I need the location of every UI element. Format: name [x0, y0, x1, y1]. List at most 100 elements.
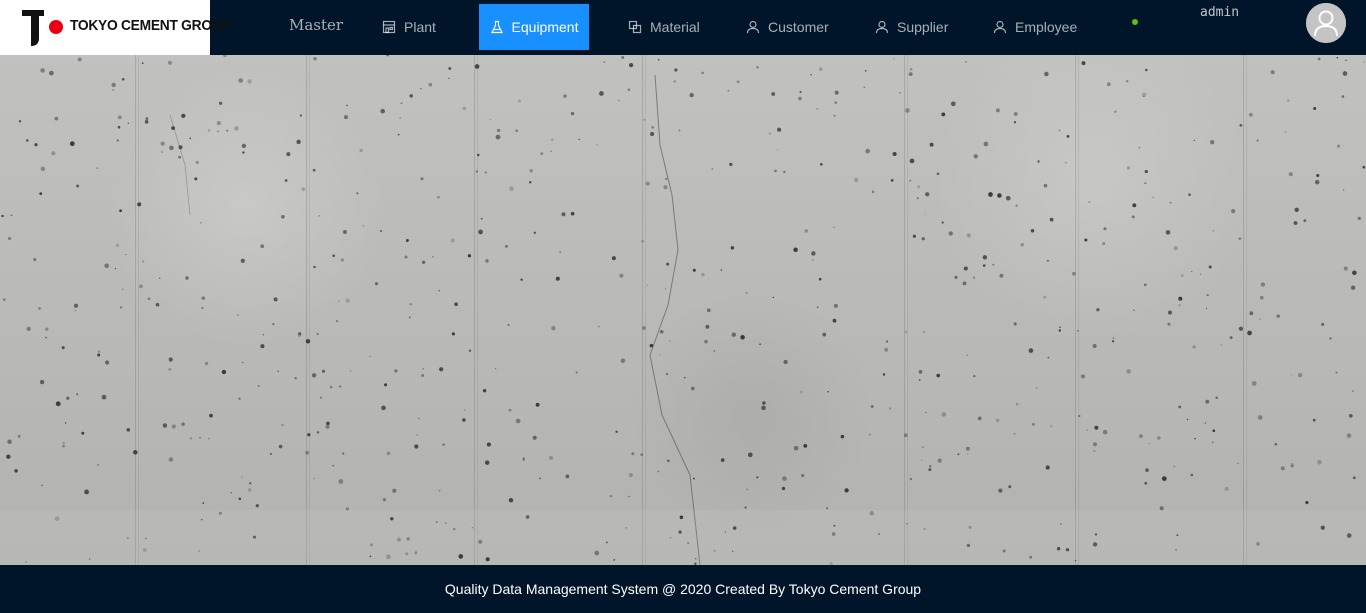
concrete-pore: [1231, 209, 1236, 214]
concrete-pore: [199, 436, 201, 439]
concrete-pore: [1096, 308, 1100, 312]
concrete-pore: [937, 458, 942, 463]
concrete-pore: [941, 112, 946, 117]
concrete-pore: [1, 214, 4, 218]
concrete-pore: [811, 258, 814, 262]
nav-equipment[interactable]: Equipment: [479, 4, 589, 50]
concrete-pore: [983, 141, 989, 147]
concrete-pore: [242, 361, 244, 364]
concrete-pore: [218, 101, 223, 105]
concrete-pore: [1363, 61, 1365, 63]
concrete-pore: [693, 477, 695, 480]
concrete-pore: [1141, 92, 1147, 97]
concrete-pore: [62, 441, 65, 444]
concrete-pore: [494, 367, 497, 370]
concrete-pore: [1032, 423, 1035, 426]
nav-customer[interactable]: Customer: [746, 4, 829, 50]
concrete-pore: [1181, 274, 1184, 277]
concrete-pore: [137, 202, 142, 207]
concrete-pore: [313, 56, 317, 61]
concrete-pore: [1215, 396, 1218, 399]
concrete-pore: [727, 89, 730, 92]
concrete-pore: [924, 213, 927, 215]
concrete-pore: [768, 132, 771, 135]
concrete-pore: [1274, 442, 1278, 446]
concrete-pore: [570, 111, 575, 116]
concrete-pore: [535, 402, 540, 407]
concrete-pore: [909, 179, 912, 182]
concrete-pore: [1161, 476, 1167, 481]
concrete-pore: [312, 168, 316, 172]
concrete-pore: [74, 309, 77, 312]
tokyo-cement-logo-icon: [22, 10, 63, 46]
concrete-pore: [906, 522, 908, 525]
concrete-pore: [390, 517, 394, 521]
concrete-pore: [1126, 80, 1129, 83]
concrete-pore: [475, 170, 479, 173]
company-logo[interactable]: TOKYO CEMENT GROUP: [0, 0, 231, 55]
concrete-pore: [142, 260, 145, 263]
concrete-pore: [882, 373, 886, 376]
concrete-pore: [1251, 381, 1257, 386]
concrete-pore: [1013, 121, 1017, 124]
concrete-pore: [657, 58, 660, 61]
concrete-pore: [6, 454, 11, 459]
concrete-pore: [774, 169, 777, 173]
concrete-pore: [1092, 442, 1098, 447]
concrete-pore: [119, 306, 123, 309]
concrete-pore: [762, 401, 766, 405]
concrete-pore: [687, 542, 690, 544]
concrete-pore: [803, 444, 808, 448]
concrete-pore: [642, 326, 646, 330]
concrete-pore: [104, 263, 110, 269]
concrete-pore: [104, 360, 110, 365]
concrete-pore: [399, 117, 402, 119]
concrete-texture: [0, 55, 1366, 565]
concrete-pore: [1343, 266, 1348, 271]
concrete-pore: [451, 332, 455, 336]
user-avatar-icon[interactable]: [1306, 3, 1346, 43]
concrete-pore: [1178, 304, 1181, 307]
concrete-pore: [119, 209, 122, 213]
concrete-pore: [923, 528, 926, 530]
username[interactable]: admin: [1200, 5, 1239, 20]
concrete-pore: [155, 302, 160, 307]
nav-employee[interactable]: Employee: [993, 4, 1077, 50]
concrete-pore: [1005, 195, 1011, 201]
concrete-pore: [278, 444, 283, 449]
concrete-pore: [262, 333, 265, 336]
nav-master[interactable]: Master: [289, 0, 343, 50]
concrete-pore: [1352, 270, 1357, 276]
concrete-pore: [1343, 189, 1345, 191]
concrete-pore: [76, 393, 79, 396]
concrete-pore: [145, 117, 149, 121]
concrete-pore: [664, 288, 667, 290]
concrete-pore: [973, 154, 978, 159]
concrete-pore: [255, 504, 259, 508]
concrete-pore: [683, 376, 686, 379]
concrete-pore: [539, 477, 542, 480]
nav-material[interactable]: Material: [628, 4, 700, 50]
concrete-pore: [1348, 413, 1353, 418]
nav-supplier-label: Supplier: [897, 19, 949, 35]
concrete-pore: [1074, 559, 1077, 562]
concrete-pore: [678, 530, 682, 534]
concrete-pore: [1238, 237, 1242, 240]
concrete-pore: [101, 394, 107, 400]
concrete-pore: [2, 298, 6, 301]
concrete-pore: [1312, 418, 1316, 422]
concrete-pore: [695, 558, 697, 560]
concrete-pore: [816, 306, 819, 309]
concrete-pore: [342, 230, 347, 234]
concrete-pore: [833, 114, 836, 117]
concrete-pore: [1145, 468, 1149, 472]
concrete-pore: [1287, 99, 1290, 102]
nav-supplier[interactable]: Supplier: [875, 4, 948, 50]
nav-plant-label: Plant: [404, 19, 436, 35]
concrete-pore: [18, 120, 22, 123]
concrete-pore: [168, 457, 174, 462]
concrete-pore: [1303, 219, 1307, 223]
nav-plant[interactable]: Plant: [382, 4, 436, 50]
concrete-pore: [1313, 107, 1317, 110]
concrete-pore: [1138, 146, 1141, 149]
